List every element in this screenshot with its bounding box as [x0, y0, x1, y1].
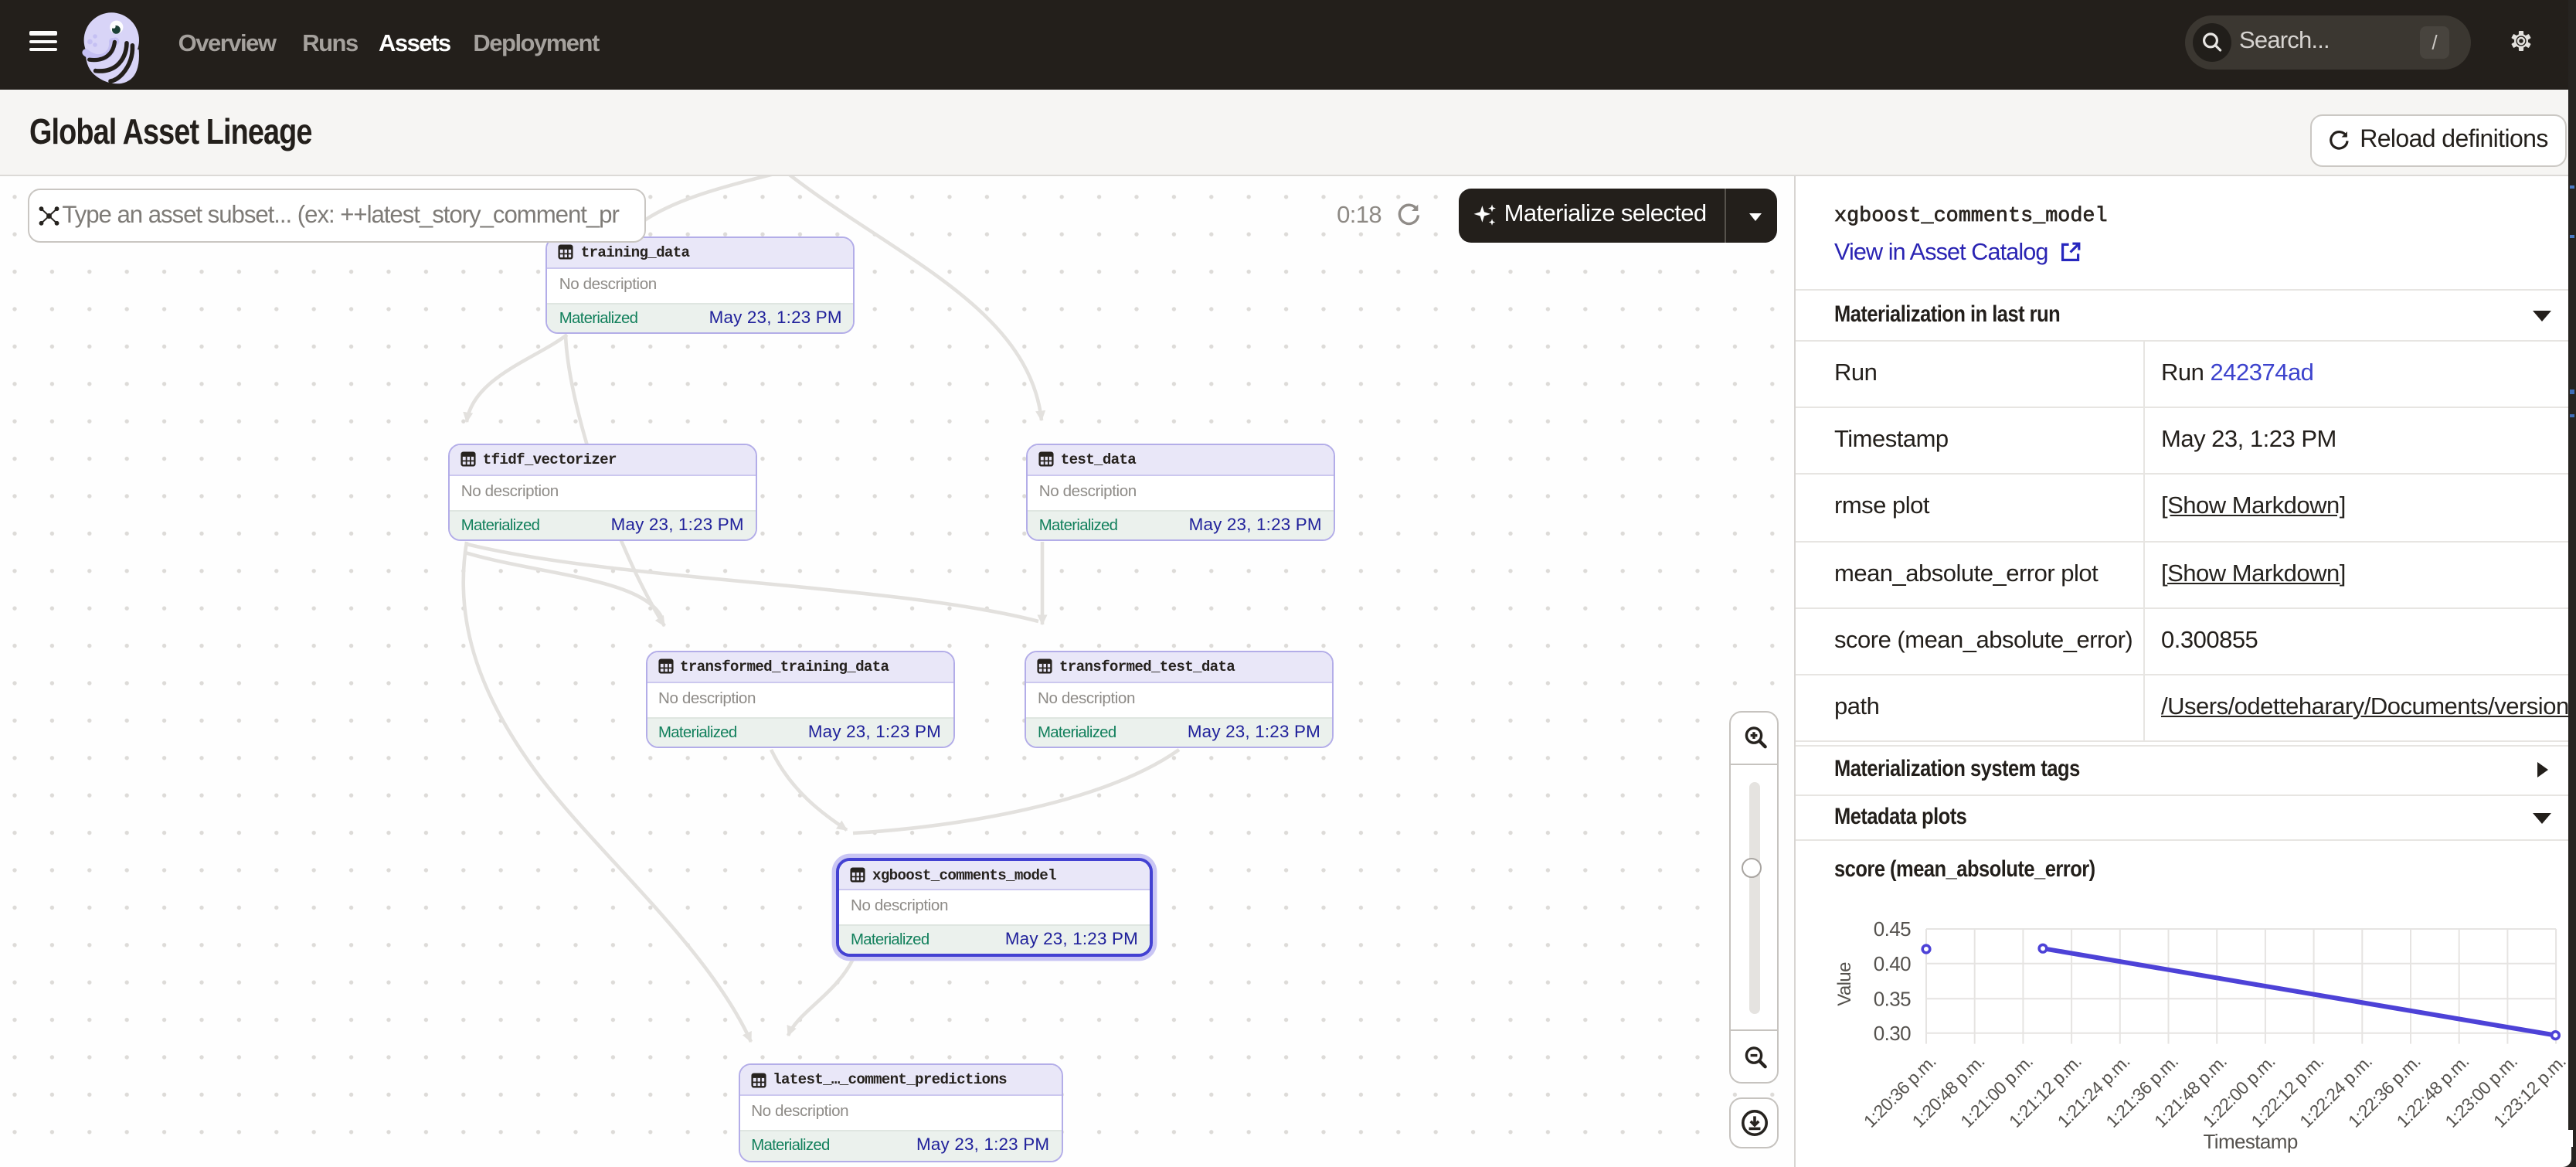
- svg-text:0.40: 0.40: [1874, 952, 1911, 975]
- svg-text:Value: Value: [1834, 962, 1855, 1006]
- svg-text:0.35: 0.35: [1874, 987, 1911, 1010]
- svg-text:0.45: 0.45: [1874, 917, 1911, 941]
- svg-text:Timestamp: Timestamp: [2203, 1130, 2297, 1153]
- svg-text:0.30: 0.30: [1874, 1022, 1911, 1045]
